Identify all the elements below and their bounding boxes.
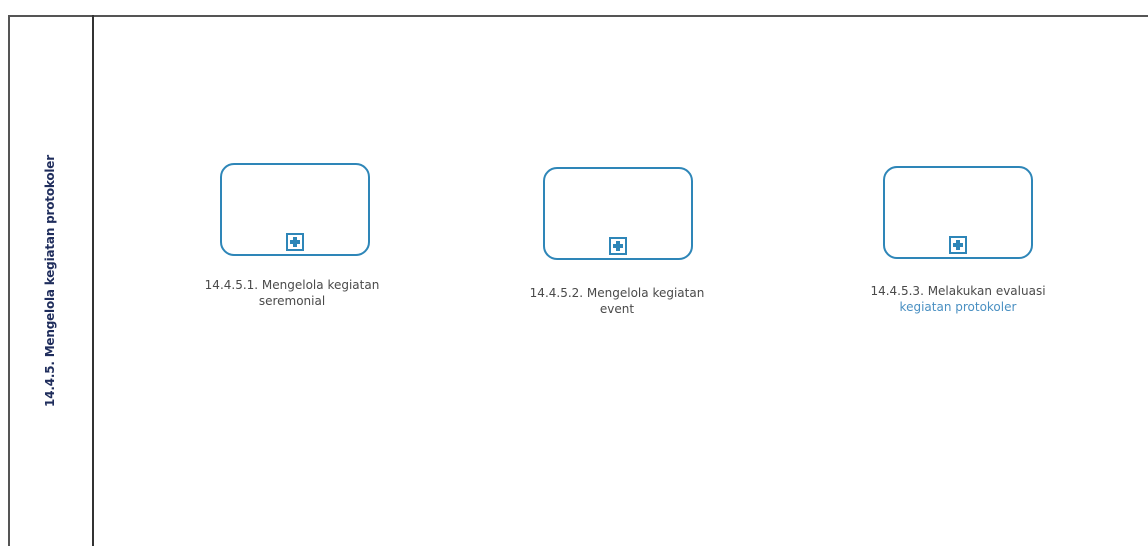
task-label-2-line1: 14.4.5.2. Mengelola kegiatan [529, 286, 705, 300]
expand-plus-icon[interactable] [949, 236, 967, 254]
subprocess-task-2[interactable] [543, 167, 693, 260]
task-label-3-line1: 14.4.5.3. Melakukan evaluasi [870, 284, 1046, 298]
task-label-3: 14.4.5.3. Melakukan evaluasi kegiatan pr… [838, 283, 1078, 315]
subprocess-task-1[interactable] [220, 163, 370, 256]
expand-plus-icon[interactable] [286, 233, 304, 251]
lane-header: 14.4.5. Mengelola kegiatan protokoler [8, 15, 94, 546]
task-label-2-line2: event [599, 302, 635, 316]
task-label-1-line2: seremonial [258, 294, 326, 308]
subprocess-task-3[interactable] [883, 166, 1033, 259]
task-label-3-line2: kegiatan protokoler [899, 300, 1017, 314]
task-label-1-line1: 14.4.5.1. Mengelola kegiatan [204, 278, 380, 292]
lane-title: 14.4.5. Mengelola kegiatan protokoler [43, 154, 57, 407]
task-label-2: 14.4.5.2. Mengelola kegiatan event [497, 285, 737, 317]
task-label-1: 14.4.5.1. Mengelola kegiatan seremonial [172, 277, 412, 309]
expand-plus-icon[interactable] [609, 237, 627, 255]
